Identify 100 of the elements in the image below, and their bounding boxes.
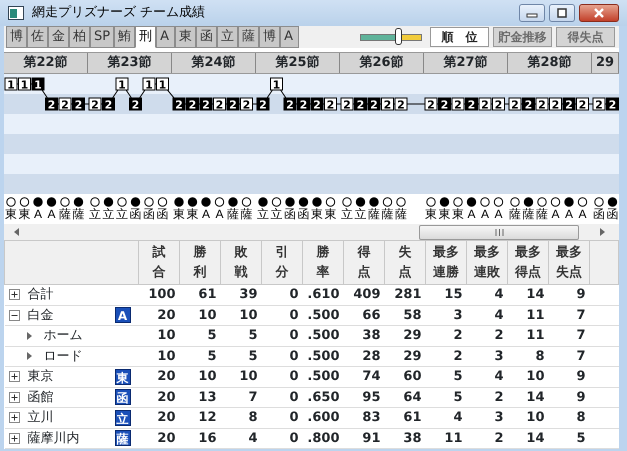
team-tab[interactable]: 函 <box>196 26 218 48</box>
column-header: 失点 <box>398 244 412 282</box>
row-label: ホーム <box>44 327 82 345</box>
opponent-label: 函 <box>143 207 155 221</box>
table-cell: 409 <box>344 284 384 305</box>
table-cell: 29 <box>384 346 426 366</box>
table-cell: 11 <box>508 305 548 326</box>
opponent-label: 函 <box>593 207 605 221</box>
expand-toggle[interactable] <box>8 310 20 321</box>
team-tab[interactable]: 博 <box>6 26 27 48</box>
column-header: 勝率 <box>316 244 330 282</box>
rank-marker: 2 <box>438 98 451 112</box>
section-header: 第25節 <box>256 53 340 73</box>
table-cell: 95 <box>344 387 384 408</box>
rank-marker: 2 <box>576 98 589 112</box>
table-cell: .600 <box>302 408 344 428</box>
team-badge: 立 <box>114 410 130 426</box>
team-tab[interactable]: 博 <box>259 26 280 48</box>
team-tab[interactable]: 立 <box>217 26 238 48</box>
opponent-label: 立 <box>89 207 101 221</box>
table-cell: 16 <box>180 428 220 448</box>
table-cell: 100 <box>138 284 180 305</box>
expand-toggle[interactable] <box>8 289 20 300</box>
table-cell: 10 <box>180 366 220 387</box>
expand-toggle[interactable] <box>8 371 20 382</box>
expand-toggle[interactable] <box>8 412 20 424</box>
team-tab[interactable]: 刑 <box>135 26 156 48</box>
rank-marker: 2 <box>284 98 296 112</box>
plus-icon <box>10 290 18 300</box>
rank-marker: 2 <box>394 98 408 112</box>
opponent-label: 東 <box>5 207 17 221</box>
table-cell: 8 <box>548 408 590 428</box>
section-header: 第26節 <box>340 53 424 73</box>
expand-toggle[interactable] <box>8 432 20 444</box>
opponent-label: 立 <box>341 207 353 221</box>
rank-marker: 2 <box>452 98 464 112</box>
rank-marker: 2 <box>536 98 548 112</box>
rank-marker: 2 <box>562 98 576 112</box>
column-header: 最多連勝 <box>432 244 460 282</box>
table-cell: 0 <box>262 305 302 326</box>
table-cell: .610 <box>302 284 344 305</box>
grip-icon <box>494 228 504 236</box>
table-cell: 38 <box>344 326 384 346</box>
opponent-label: 函 <box>284 207 296 221</box>
minimize-button[interactable] <box>519 4 545 22</box>
team-tab[interactable]: 金 <box>48 26 69 48</box>
table-cell: 5 <box>548 428 590 448</box>
team-tab[interactable]: SP <box>90 26 114 48</box>
table-cell: 14 <box>508 284 548 305</box>
team-tab[interactable]: 東 <box>175 26 196 48</box>
table-cell: 38 <box>384 428 426 448</box>
table-cell: 12 <box>180 408 220 428</box>
opponent-label: 東 <box>324 207 336 221</box>
opponent-label: A <box>552 207 560 221</box>
opponent-label: 薩 <box>240 207 252 221</box>
triangle-icon <box>26 332 32 340</box>
opponent-label: 函 <box>156 207 168 221</box>
rank-marker: 2 <box>240 98 253 112</box>
slider-thumb[interactable] <box>395 28 402 45</box>
opponent-label: 立 <box>257 207 269 221</box>
opponent-label: 立 <box>270 207 282 221</box>
plus-icon <box>10 392 18 402</box>
opponent-label: A <box>48 207 56 221</box>
section-header: 第23節 <box>88 53 172 73</box>
table-cell: 61 <box>384 408 426 428</box>
row-label: 立川 <box>28 409 54 427</box>
table-cell: 2 <box>426 326 466 346</box>
team-tab[interactable]: 佐 <box>27 26 48 48</box>
expand-toggle[interactable] <box>8 392 20 403</box>
table-cell: 60 <box>384 366 426 387</box>
table-cell: 10 <box>220 305 262 326</box>
rank-marker: 1 <box>18 78 31 92</box>
team-tab[interactable]: A <box>156 26 176 48</box>
plus-icon <box>10 413 18 422</box>
table-cell: 29 <box>384 326 426 346</box>
rank-marker: 2 <box>492 98 505 112</box>
rank-marker: 2 <box>102 98 115 112</box>
team-tab[interactable]: 薩 <box>238 26 260 48</box>
rank-marker: 2 <box>58 98 72 112</box>
table-cell: 281 <box>384 284 426 305</box>
table-cell: 0 <box>262 326 302 346</box>
table-cell: 10 <box>138 326 180 346</box>
rank-marker: 2 <box>88 98 102 112</box>
horizontal-scrollbar[interactable] <box>4 224 619 240</box>
team-tab[interactable]: A <box>280 26 300 48</box>
row-label: 薩摩川内 <box>28 430 80 448</box>
opponent-label: 函 <box>130 207 142 221</box>
column-header: 試合 <box>152 244 166 282</box>
column-header: 最多得点 <box>514 244 542 282</box>
table-cell: 39 <box>220 284 262 305</box>
scrollbar-thumb[interactable] <box>419 224 579 240</box>
team-tab[interactable]: 柏 <box>69 26 90 48</box>
table-cell: .500 <box>302 326 344 346</box>
team-tab[interactable]: 鮪 <box>114 26 136 48</box>
table-cell: 20 <box>138 428 180 448</box>
plus-icon <box>10 372 18 382</box>
opponent-label: 薩 <box>382 207 394 221</box>
maximize-button[interactable] <box>549 4 575 22</box>
view-button[interactable]: 順 位 <box>430 27 489 47</box>
close-button[interactable] <box>579 4 619 22</box>
